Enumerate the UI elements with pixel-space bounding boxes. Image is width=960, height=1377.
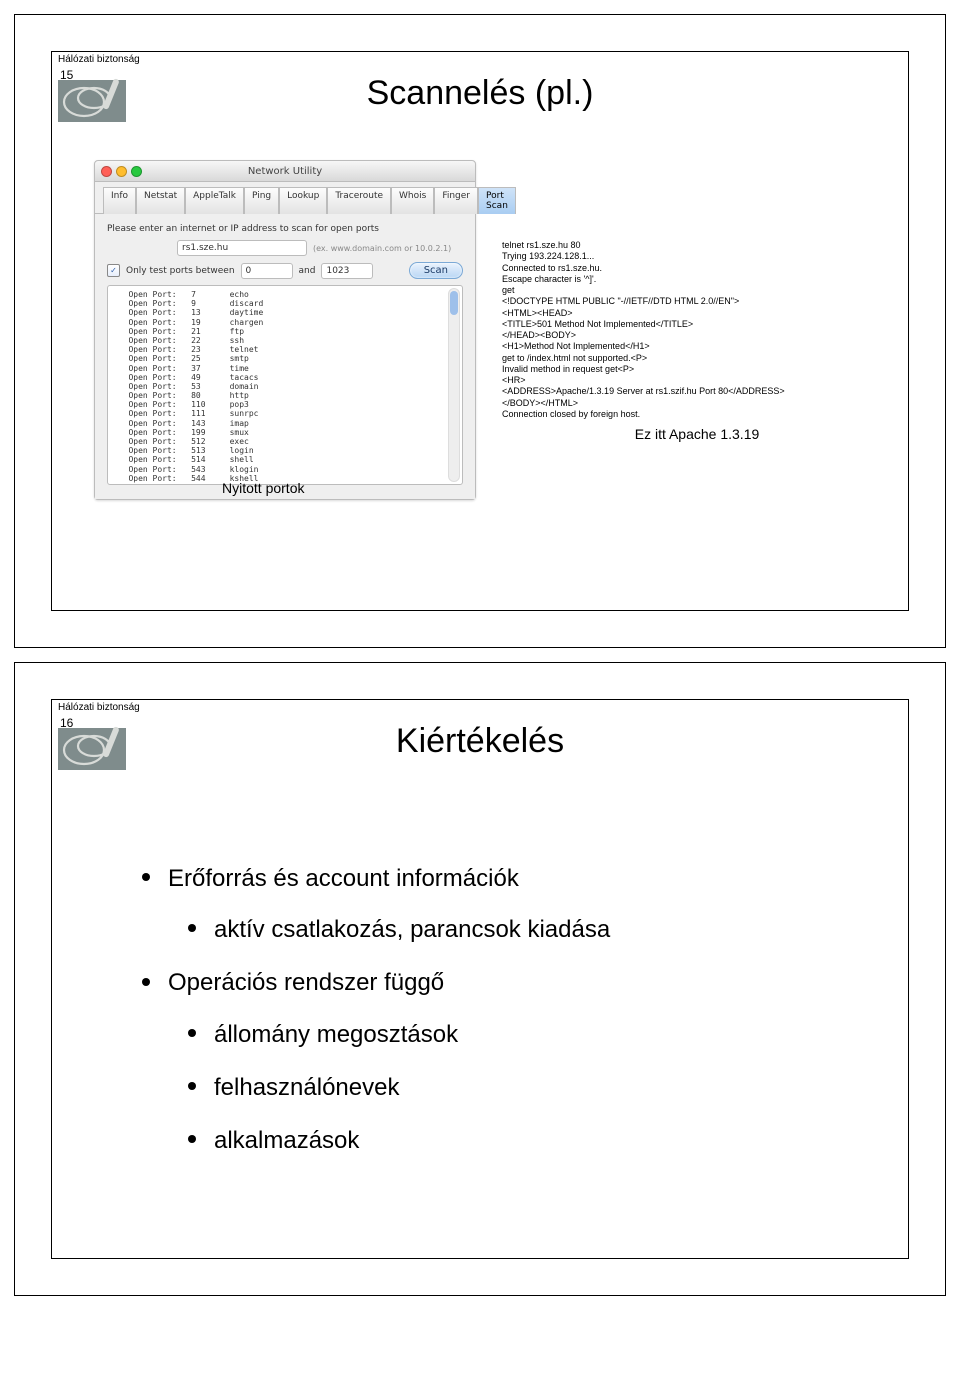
tab-whois[interactable]: Whois	[391, 187, 434, 214]
slide-header: Hálózati biztonság	[58, 54, 140, 65]
telnet-line: Connection closed by foreign host.	[502, 409, 892, 420]
slide-title: Kiértékelés	[396, 722, 564, 761]
only-test-label: Only test ports between	[126, 266, 235, 276]
tab-bar: InfoNetstatAppleTalkPingLookupTraceroute…	[95, 182, 475, 213]
telnet-line: Invalid method in request get<P>	[502, 364, 892, 375]
tab-appletalk[interactable]: AppleTalk	[185, 187, 244, 214]
slide-header: Hálózati biztonság	[58, 702, 140, 713]
port-line: Open Port: 199 smux	[114, 428, 456, 437]
list-subitem: alkalmazások	[188, 1122, 848, 1159]
telnet-line: <HR>	[502, 375, 892, 386]
scan-button[interactable]: Scan	[409, 262, 463, 279]
port-line: Open Port: 13 daytime	[114, 308, 456, 317]
window-title: Network Utility	[95, 166, 475, 177]
list-subitem: állomány megosztások	[188, 1016, 848, 1053]
network-utility-window: Network Utility InfoNetstatAppleTalkPing…	[94, 160, 476, 500]
port-line: Open Port: 49 tacacs	[114, 373, 456, 382]
port-line: Open Port: 9 discard	[114, 299, 456, 308]
port-from-input[interactable]: 0	[241, 263, 293, 279]
port-line: Open Port: 19 chargen	[114, 318, 456, 327]
page-1: Hálózati biztonság 15 Scannelés (pl.) Ne…	[14, 14, 946, 648]
port-line: Open Port: 7 echo	[114, 290, 456, 299]
clip-icon	[58, 80, 126, 122]
tab-traceroute[interactable]: Traceroute	[327, 187, 391, 214]
apache-note: Ez itt Apache 1.3.19	[502, 426, 892, 444]
and-label: and	[299, 266, 316, 276]
port-line: Open Port: 37 time	[114, 364, 456, 373]
port-to-input[interactable]: 1023	[321, 263, 373, 279]
telnet-line: Escape character is '^]'.	[502, 274, 892, 285]
port-line: Open Port: 25 smtp	[114, 354, 456, 363]
ip-input[interactable]: rs1.sze.hu	[177, 240, 307, 256]
telnet-line: get to /index.html not supported.<P>	[502, 353, 892, 364]
port-line: Open Port: 21 ftp	[114, 327, 456, 336]
list-subitem: felhasználónevek	[188, 1069, 848, 1106]
telnet-output: telnet rs1.sze.hu 80Trying 193.224.128.1…	[502, 240, 892, 444]
telnet-line: telnet rs1.sze.hu 80	[502, 240, 892, 251]
port-line: Open Port: 543 klogin	[114, 465, 456, 474]
tab-lookup[interactable]: Lookup	[279, 187, 327, 214]
ip-hint: (ex. www.domain.com or 10.0.2.1)	[313, 244, 451, 253]
port-line: Open Port: 143 imap	[114, 419, 456, 428]
port-line: Open Port: 111 sunrpc	[114, 409, 456, 418]
caption-open-ports: Nyitott portok	[222, 480, 304, 496]
slide-title: Scannelés (pl.)	[367, 74, 594, 113]
checkbox-icon[interactable]: ✓	[107, 264, 120, 277]
window-body: Please enter an internet or IP address t…	[95, 213, 475, 499]
tab-netstat[interactable]: Netstat	[136, 187, 185, 214]
telnet-line: <H1>Method Not Implemented</H1>	[502, 341, 892, 352]
slide-16: Hálózati biztonság 16 Kiértékelés Erőfor…	[51, 699, 909, 1259]
port-line: Open Port: 513 login	[114, 446, 456, 455]
scrollbar[interactable]	[448, 288, 460, 482]
port-line: Open Port: 22 ssh	[114, 336, 456, 345]
telnet-line: <ADDRESS>Apache/1.3.19 Server at rs1.szi…	[502, 386, 892, 397]
list-item: Operációs rendszer függőállomány megoszt…	[142, 964, 848, 1159]
port-line: Open Port: 514 shell	[114, 455, 456, 464]
port-line: Open Port: 53 domain	[114, 382, 456, 391]
tab-port-scan[interactable]: Port Scan	[478, 187, 516, 214]
port-line: Open Port: 80 http	[114, 391, 456, 400]
telnet-line: </BODY></HTML>	[502, 398, 892, 409]
port-line: Open Port: 512 exec	[114, 437, 456, 446]
port-line: Open Port: 23 telnet	[114, 345, 456, 354]
telnet-line: <HTML><HEAD>	[502, 308, 892, 319]
telnet-line: Connected to rs1.sze.hu.	[502, 263, 892, 274]
window-titlebar[interactable]: Network Utility	[95, 161, 475, 182]
telnet-line: <TITLE>501 Method Not Implemented</TITLE…	[502, 319, 892, 330]
bullet-list: Erőforrás és account információkaktív cs…	[142, 860, 848, 1175]
telnet-line: Trying 193.224.128.1...	[502, 251, 892, 262]
prompt-text: Please enter an internet or IP address t…	[107, 224, 463, 234]
list-subitem: aktív csatlakozás, parancsok kiadása	[188, 911, 848, 948]
page-2: Hálózati biztonság 16 Kiértékelés Erőfor…	[14, 662, 946, 1296]
tab-info[interactable]: Info	[103, 187, 136, 214]
tab-finger[interactable]: Finger	[434, 187, 478, 214]
results-panel[interactable]: Open Port: 7 echo Open Port: 9 discard O…	[107, 285, 463, 485]
telnet-line: </HEAD><BODY>	[502, 330, 892, 341]
tab-ping[interactable]: Ping	[244, 187, 279, 214]
port-line: Open Port: 110 pop3	[114, 400, 456, 409]
list-item: Erőforrás és account információkaktív cs…	[142, 860, 848, 948]
telnet-line: get	[502, 285, 892, 296]
slide-15: Hálózati biztonság 15 Scannelés (pl.) Ne…	[51, 51, 909, 611]
clip-icon	[58, 728, 126, 770]
telnet-line: <!DOCTYPE HTML PUBLIC "-//IETF//DTD HTML…	[502, 296, 892, 307]
